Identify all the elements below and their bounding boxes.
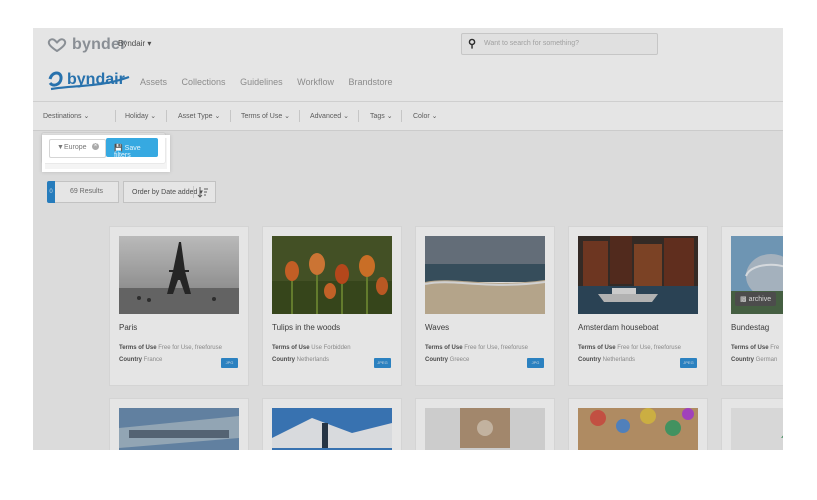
filter-chip-label: ▼Europe <box>57 144 87 151</box>
divider <box>115 110 116 122</box>
top-bar: bynder Byndair ▾ ⚲ Want to search for so… <box>33 28 783 62</box>
active-filters-panel: ▼Europe × 💾 Save filters <box>42 133 165 163</box>
sort-direction-icon[interactable] <box>197 186 209 198</box>
nav-link-brandstore[interactable]: Brandstore <box>348 77 392 87</box>
order-dropdown[interactable]: Order by Date added ▾ <box>123 181 216 203</box>
byndair-logo[interactable]: byndair <box>47 67 133 98</box>
asset-thumbnail-tulips[interactable] <box>272 236 392 314</box>
remove-filter-icon[interactable]: × <box>92 143 99 150</box>
divider <box>230 110 231 122</box>
file-type-badge: JPEG <box>374 358 391 368</box>
asset-thumbnail-paris[interactable] <box>119 236 239 314</box>
app-window: bynder Byndair ▾ ⚲ Want to search for so… <box>33 28 783 450</box>
asset-country: Country German <box>731 357 778 363</box>
asset-card[interactable] <box>721 398 783 450</box>
selected-count-badge[interactable]: 0 <box>47 181 55 203</box>
filter-destinations[interactable]: Destinations ⌄ <box>43 112 89 120</box>
archive-label: ▩ archive <box>735 292 777 306</box>
asset-country: Country Netherlands <box>272 357 330 363</box>
asset-thumbnail[interactable] <box>731 408 783 450</box>
asset-card[interactable] <box>109 398 249 450</box>
asset-card[interactable]: Waves Terms of Use Free for Use, freefor… <box>415 226 555 386</box>
filter-chip-europe[interactable]: ▼Europe × <box>49 139 106 158</box>
filter-color[interactable]: Color ⌄ <box>413 112 438 120</box>
divider <box>299 110 300 122</box>
save-filters-label: 💾 Save filters <box>114 145 141 159</box>
divider <box>401 110 402 122</box>
filter-asset-type[interactable]: Asset Type ⌄ <box>178 112 220 120</box>
asset-card[interactable]: ▩ archive Bundestag Terms of Use Fre Cou… <box>721 226 783 386</box>
search-input[interactable]: ⚲ Want to search for something? <box>461 33 658 55</box>
asset-card[interactable] <box>262 398 402 450</box>
nav-link-workflow[interactable]: Workflow <box>297 77 334 87</box>
save-filters-button[interactable]: 💾 Save filters <box>106 138 158 159</box>
asset-thumbnail[interactable] <box>425 408 545 450</box>
asset-card[interactable]: Tulips in the woods Terms of Use Use For… <box>262 226 402 386</box>
divider <box>358 110 359 122</box>
search-icon: ⚲ <box>468 38 477 50</box>
portal-selector[interactable]: Byndair ▾ <box>118 39 151 48</box>
divider <box>166 110 167 122</box>
results-count: 69 Results <box>55 181 119 203</box>
nav-link-collections[interactable]: Collections <box>182 77 226 87</box>
asset-title[interactable]: Paris <box>119 323 137 332</box>
asset-title[interactable]: Waves <box>425 323 449 332</box>
nav-link-assets[interactable]: Assets <box>140 77 167 87</box>
asset-terms-of-use: Terms of Use Fre <box>731 345 780 351</box>
filter-bar: Destinations ⌄ Holiday ⌄ Asset Type ⌄ Te… <box>33 101 783 131</box>
results-toolbar: 0 69 Results Order by Date added ▾ <box>33 181 783 205</box>
file-type-badge: JPG <box>221 358 238 368</box>
nav-link-guidelines[interactable]: Guidelines <box>240 77 283 87</box>
asset-terms-of-use: Terms of Use Free for Use, freeforuse <box>119 345 222 351</box>
nav-links: Assets Collections Guidelines Workflow B… <box>140 77 405 87</box>
asset-terms-of-use: Terms of Use Free for Use, freeforuse <box>425 345 528 351</box>
filter-advanced[interactable]: Advanced ⌄ <box>310 112 349 120</box>
asset-terms-of-use: Terms of Use Free for Use, freeforuse <box>578 345 681 351</box>
asset-title[interactable]: Bundestag <box>731 323 769 332</box>
asset-thumbnail-bundestag[interactable]: ▩ archive <box>731 236 783 314</box>
asset-country: Country Greece <box>425 357 470 363</box>
main-nav: byndair Assets Collections Guidelines Wo… <box>33 61 783 101</box>
asset-thumbnail-houseboat[interactable] <box>578 236 698 314</box>
asset-title[interactable]: Tulips in the woods <box>272 323 340 332</box>
divider <box>193 186 194 198</box>
asset-card[interactable]: Amsterdam houseboat Terms of Use Free fo… <box>568 226 708 386</box>
file-type-badge: JPEG <box>680 358 697 368</box>
asset-card[interactable] <box>415 398 555 450</box>
asset-terms-of-use: Terms of Use Use Forbidden <box>272 345 351 351</box>
asset-thumbnail[interactable] <box>272 408 392 450</box>
asset-card[interactable] <box>568 398 708 450</box>
bynder-logo[interactable]: bynder <box>47 36 127 54</box>
asset-thumbnail-waves[interactable] <box>425 236 545 314</box>
search-placeholder: Want to search for something? <box>484 40 580 47</box>
bynder-heart-icon <box>47 38 67 52</box>
asset-country: Country Netherlands <box>578 357 636 363</box>
asset-thumbnail[interactable] <box>578 408 698 450</box>
asset-card[interactable]: Paris Terms of Use Free for Use, freefor… <box>109 226 249 386</box>
filter-holiday[interactable]: Holiday ⌄ <box>125 112 156 120</box>
filter-tags[interactable]: Tags ⌄ <box>370 112 393 120</box>
file-type-badge: JPG <box>527 358 544 368</box>
asset-title[interactable]: Amsterdam houseboat <box>578 323 659 332</box>
asset-country: Country France <box>119 357 163 363</box>
asset-thumbnail[interactable] <box>119 408 239 450</box>
filter-terms-of-use[interactable]: Terms of Use ⌄ <box>241 112 290 120</box>
